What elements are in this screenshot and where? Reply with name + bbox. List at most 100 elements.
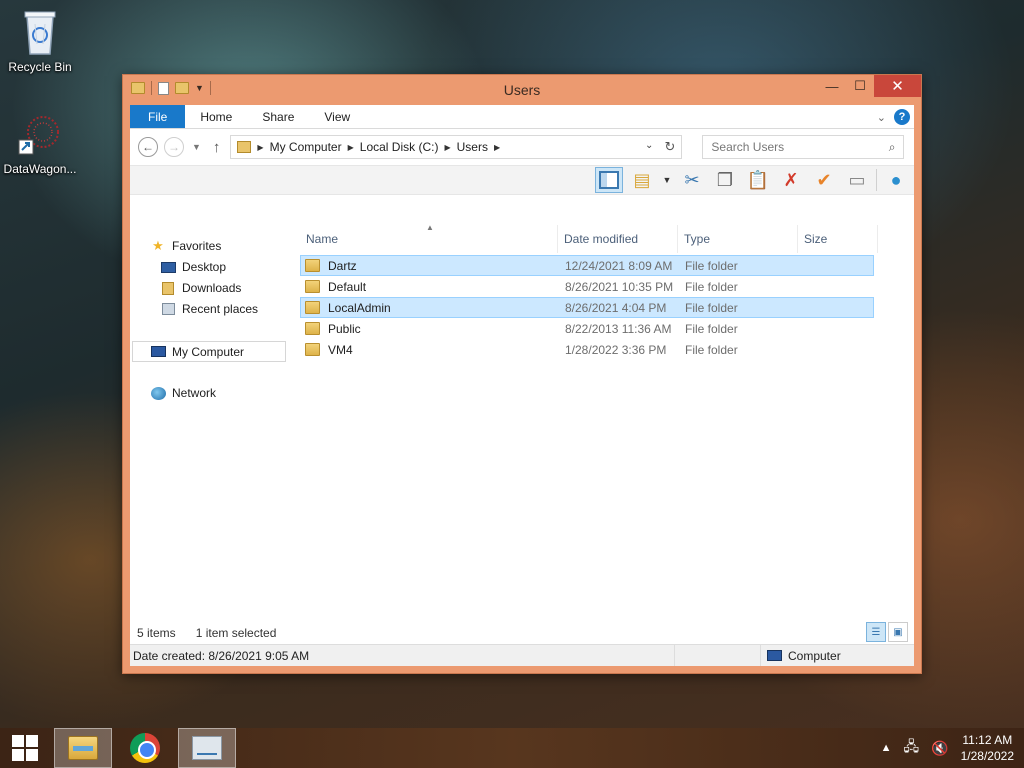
clock-date: 1/28/2022: [960, 749, 1014, 763]
address-dropdown-icon[interactable]: ⌄: [645, 140, 653, 151]
clock-time: 11:12 AM: [962, 733, 1013, 747]
taskbar-file-explorer[interactable]: [54, 728, 112, 768]
navigation-pane: ★ Favorites Desktop Downloads Recent pla…: [130, 225, 290, 622]
refresh-icon[interactable]: ↻: [665, 139, 676, 155]
cut-icon[interactable]: ✂: [678, 167, 706, 193]
show-hidden-icons-icon[interactable]: ▲: [881, 742, 892, 754]
details-spacer: [675, 645, 761, 666]
recycle-bin-shortcut[interactable]: Recycle Bin: [0, 8, 80, 74]
file-date: 8/26/2021 10:35 PM: [565, 279, 674, 294]
nav-downloads-label: Downloads: [182, 281, 242, 295]
tab-home[interactable]: Home: [185, 105, 247, 128]
volume-muted-icon[interactable]: 🔇: [931, 740, 948, 757]
file-date: 1/28/2022 3:36 PM: [565, 342, 667, 357]
ribbon-tabs: File Home Share View ⌄ ?: [130, 105, 914, 129]
datawagon-label: DataWagon...: [3, 162, 77, 176]
column-date-modified[interactable]: Date modified: [558, 225, 678, 253]
system-tray: ▲ 🖧 🔇 11:12 AM 1/28/2022: [881, 728, 1014, 768]
recycle-bin-icon: [23, 8, 57, 56]
breadcrumb-users[interactable]: Users: [457, 140, 488, 154]
search-input[interactable]: Search Users ⌕: [702, 135, 905, 159]
recycle-bin-label: Recycle Bin: [8, 60, 72, 74]
forward-button[interactable]: →: [164, 137, 184, 157]
nav-network[interactable]: Network: [150, 386, 216, 400]
rename-check-icon[interactable]: ✔: [810, 167, 838, 193]
taskbar: ▲ 🖧 🔇 11:12 AM 1/28/2022: [0, 728, 1024, 768]
table-row[interactable]: Public 8/22/2013 11:36 AM File folder: [300, 318, 874, 339]
globe-icon[interactable]: ●: [882, 167, 910, 193]
nav-recent-places[interactable]: Recent places: [160, 302, 258, 316]
nav-downloads[interactable]: Downloads: [160, 281, 241, 295]
close-button[interactable]: ✕: [874, 75, 921, 97]
windows-logo-icon: [12, 735, 38, 761]
window-controls: — ☐ ✕: [818, 75, 921, 97]
selection-count: 1 item selected: [195, 626, 277, 640]
date-created: Date created: 8/26/2021 9:05 AM: [130, 645, 675, 666]
item-count: 5 items: [137, 626, 176, 640]
delete-icon[interactable]: ✗: [777, 167, 805, 193]
nav-favorites[interactable]: ★ Favorites: [150, 238, 221, 253]
nav-desktop[interactable]: Desktop: [160, 260, 226, 274]
table-row[interactable]: LocalAdmin 8/26/2021 4:04 PM File folder: [300, 297, 874, 318]
details-view-icon[interactable]: ☰: [866, 622, 886, 642]
paste-icon[interactable]: 📋: [744, 167, 772, 193]
copy-icon[interactable]: ❐: [711, 167, 739, 193]
recent-places-icon: [160, 302, 176, 316]
tab-share[interactable]: Share: [247, 105, 309, 128]
file-explorer-icon: [68, 736, 98, 760]
clock[interactable]: 11:12 AM 1/28/2022: [961, 732, 1014, 764]
location-label: Computer: [788, 648, 841, 663]
taskbar-monitor-app[interactable]: [178, 728, 236, 768]
network-icon: [150, 386, 166, 400]
address-bar[interactable]: ▶ My Computer ▶ Local Disk (C:) ▶ Users …: [230, 135, 683, 159]
nav-my-computer[interactable]: My Computer: [132, 341, 286, 362]
expand-ribbon-icon[interactable]: ⌄: [877, 111, 886, 124]
properties-icon[interactable]: ▭: [843, 167, 871, 193]
back-button[interactable]: ←: [138, 137, 158, 157]
breadcrumb-separator-icon[interactable]: ▶: [348, 143, 354, 152]
recent-locations-dropdown-icon[interactable]: ▼: [192, 142, 201, 152]
table-row[interactable]: VM4 1/28/2022 3:36 PM File folder: [300, 339, 874, 360]
large-icons-view-icon[interactable]: ▣: [888, 622, 908, 642]
open-folder-button[interactable]: ▤: [628, 167, 656, 193]
table-row[interactable]: Dartz 12/24/2021 8:09 AM File folder: [300, 255, 874, 276]
layout-icon: [599, 171, 619, 189]
start-button[interactable]: [0, 728, 50, 768]
dropdown-icon[interactable]: ▼: [661, 167, 673, 193]
preview-pane-button[interactable]: [595, 167, 623, 193]
column-type[interactable]: Type: [678, 225, 798, 253]
command-toolbar: ▤ ▼ ✂ ❐ 📋 ✗ ✔ ▭ ●: [130, 165, 914, 195]
nav-computer-label: My Computer: [172, 344, 245, 359]
breadcrumb-local-disk[interactable]: Local Disk (C:): [360, 140, 439, 154]
star-icon: ★: [152, 238, 164, 253]
up-button[interactable]: ↑: [213, 139, 221, 156]
details-bar: Date created: 8/26/2021 9:05 AM Computer: [130, 644, 914, 666]
file-type: File folder: [685, 258, 738, 273]
minimize-button[interactable]: —: [818, 75, 846, 97]
window-content: File Home Share View ⌄ ? ← → ▼ ↑ ▶ My Co…: [130, 105, 914, 666]
datawagon-shortcut[interactable]: DataWagon...: [0, 112, 80, 176]
folder-icon: [305, 259, 320, 272]
column-headers: ▲ Name Date modified Type Size: [300, 223, 914, 253]
breadcrumb-separator-icon[interactable]: ▶: [257, 143, 263, 152]
folder-icon: [305, 280, 320, 293]
title-bar[interactable]: ▼ Users — ☐ ✕: [123, 75, 921, 105]
file-name: Dartz: [328, 258, 357, 273]
file-date: 8/26/2021 4:04 PM: [565, 300, 667, 315]
breadcrumb-my-computer[interactable]: My Computer: [270, 140, 342, 154]
tab-view[interactable]: View: [309, 105, 365, 128]
sort-ascending-icon: ▲: [426, 223, 434, 232]
breadcrumb-separator-icon[interactable]: ▶: [444, 143, 450, 152]
help-icon[interactable]: ?: [894, 109, 910, 125]
tab-file[interactable]: File: [130, 105, 186, 128]
file-list: ▲ Name Date modified Type Size Dartz 12/…: [300, 223, 914, 622]
location-indicator: Computer: [761, 649, 841, 663]
breadcrumb-separator-icon[interactable]: ▶: [494, 143, 500, 152]
table-row[interactable]: Default 8/26/2021 10:35 PM File folder: [300, 276, 874, 297]
search-placeholder: Search Users: [711, 140, 785, 154]
taskbar-chrome[interactable]: [116, 728, 174, 768]
network-status-icon[interactable]: 🖧: [904, 736, 920, 760]
maximize-button[interactable]: ☐: [846, 75, 874, 97]
file-name: VM4: [328, 342, 353, 357]
column-size[interactable]: Size: [798, 225, 878, 253]
